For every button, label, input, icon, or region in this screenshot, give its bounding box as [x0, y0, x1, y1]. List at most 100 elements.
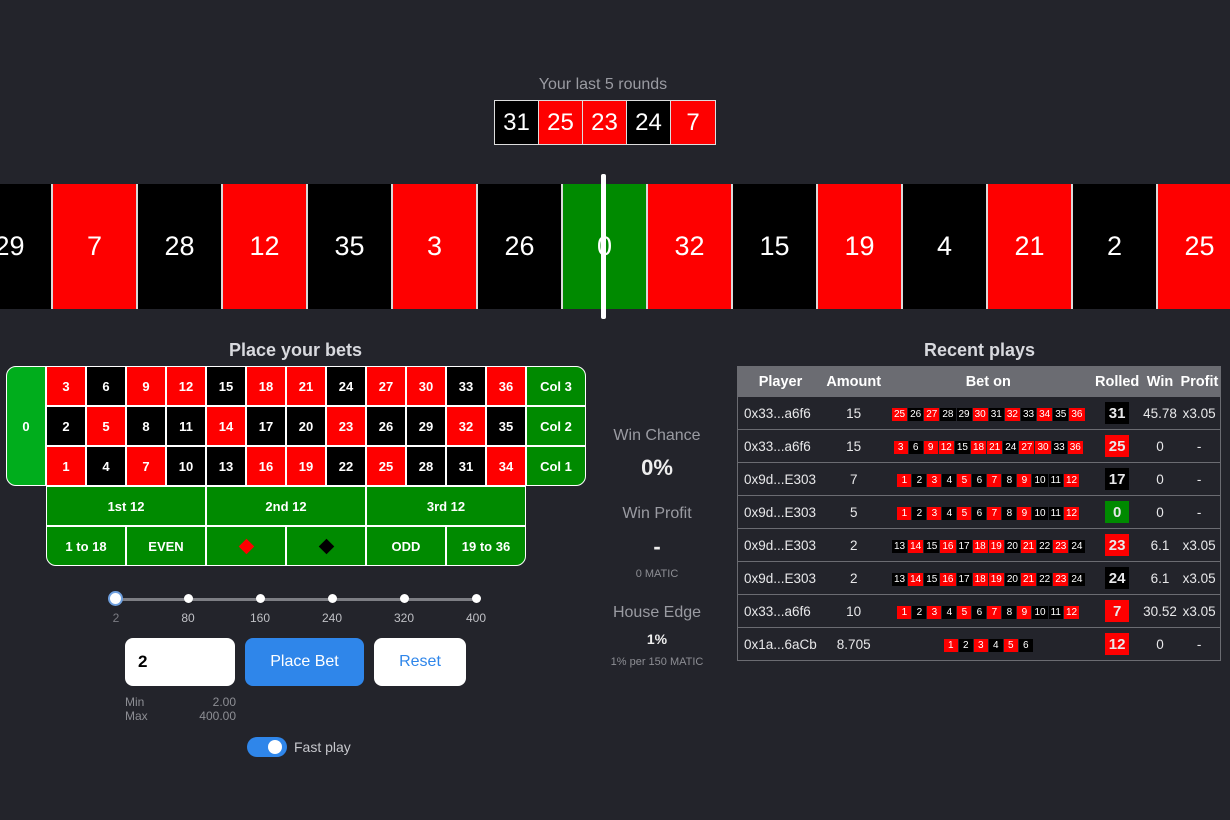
- bet-column[interactable]: Col 2: [526, 406, 586, 446]
- bet-chip: 24: [1069, 573, 1085, 586]
- bet-red[interactable]: [206, 526, 286, 566]
- rolled-cell: 0: [1092, 495, 1142, 529]
- bet-chip: 3: [893, 441, 908, 454]
- win-cell: 0: [1141, 429, 1179, 463]
- bet-number[interactable]: 22: [326, 446, 366, 486]
- bet-column[interactable]: Col 3: [526, 366, 586, 406]
- bet-chip: 33: [1021, 408, 1037, 421]
- amount-cell: 10: [823, 594, 884, 628]
- bet-high[interactable]: 19 to 36: [446, 526, 526, 566]
- bet-on-cell: 1 2 3 4 5 6 7 8 9 10 11 12: [883, 495, 1093, 529]
- bet-number[interactable]: 33: [446, 366, 486, 406]
- fast-play-toggle[interactable]: [247, 737, 287, 757]
- table-row: 0x33...a6f6 15 3 6 9 12 15 18 21 24 27 30 33 36 25 0-: [737, 429, 1222, 463]
- bet-number[interactable]: 19: [286, 446, 326, 486]
- bet-number[interactable]: 27: [366, 366, 406, 406]
- bet-dozen[interactable]: 1st 12: [46, 486, 206, 526]
- bet-number[interactable]: 24: [326, 366, 366, 406]
- bet-number[interactable]: 29: [406, 406, 446, 446]
- slider-tick: [328, 594, 337, 603]
- bet-number[interactable]: 18: [246, 366, 286, 406]
- bet-chip: 5: [957, 474, 972, 487]
- bet-number[interactable]: 26: [366, 406, 406, 446]
- bet-number[interactable]: 12: [166, 366, 206, 406]
- bet-number[interactable]: 5: [86, 406, 126, 446]
- slider-tick-label: 240: [321, 611, 343, 625]
- rolled-cell: 25: [1092, 429, 1142, 463]
- bet-number[interactable]: 20: [286, 406, 326, 446]
- bet-number[interactable]: 31: [446, 446, 486, 486]
- bet-number[interactable]: 7: [126, 446, 166, 486]
- player-cell: 0x9d...E303: [737, 462, 824, 496]
- bet-even[interactable]: EVEN: [126, 526, 206, 566]
- bet-column[interactable]: Col 1: [526, 446, 586, 486]
- bet-number[interactable]: 30: [406, 366, 446, 406]
- reset-button[interactable]: Reset: [374, 638, 466, 686]
- bet-number[interactable]: 4: [86, 446, 126, 486]
- bet-chip: 22: [1037, 540, 1053, 553]
- bet-number[interactable]: 8: [126, 406, 166, 446]
- bet-chip: 4: [942, 507, 957, 520]
- bet-chip: 8: [1002, 606, 1017, 619]
- red-diamond-icon: [238, 538, 254, 554]
- bet-chip: 30: [972, 408, 988, 421]
- bet-number[interactable]: 28: [406, 446, 446, 486]
- bet-number[interactable]: 21: [286, 366, 326, 406]
- bet-chip: 21: [1021, 573, 1037, 586]
- bet-chip: 9: [1017, 474, 1032, 487]
- bet-on-cell: 123456: [883, 627, 1093, 661]
- bet-number[interactable]: 2: [46, 406, 86, 446]
- bet-number[interactable]: 15: [206, 366, 246, 406]
- amount-cell: 2: [823, 561, 884, 595]
- bet-number[interactable]: 16: [246, 446, 286, 486]
- bet-dozen[interactable]: 3rd 12: [366, 486, 526, 526]
- bet-number[interactable]: 32: [446, 406, 486, 446]
- bet-low[interactable]: 1 to 18: [46, 526, 126, 566]
- bet-number[interactable]: 11: [166, 406, 206, 446]
- rolled-cell: 31: [1092, 396, 1142, 430]
- bet-chip: 6: [972, 507, 987, 520]
- win-chance-label: Win Chance: [613, 427, 701, 444]
- bet-number[interactable]: 14: [206, 406, 246, 446]
- bet-chip: 7: [987, 474, 1002, 487]
- bet-chip: 23: [1053, 573, 1069, 586]
- bet-number[interactable]: 9: [126, 366, 166, 406]
- bet-number[interactable]: 1: [46, 446, 86, 486]
- win-cell: 0: [1141, 627, 1179, 661]
- bet-slider[interactable]: [108, 591, 481, 606]
- rolled-cell: 23: [1092, 528, 1142, 562]
- bet-chip: 26: [908, 408, 924, 421]
- bet-chip: 24: [1003, 441, 1019, 454]
- bet-zero[interactable]: 0: [6, 366, 46, 486]
- bet-dozen[interactable]: 2nd 12: [206, 486, 366, 526]
- bet-black[interactable]: [286, 526, 366, 566]
- bet-number[interactable]: 10: [166, 446, 206, 486]
- bet-number[interactable]: 35: [486, 406, 526, 446]
- bet-number[interactable]: 3: [46, 366, 86, 406]
- bet-chip: 21: [1021, 540, 1037, 553]
- bet-number[interactable]: 23: [326, 406, 366, 446]
- bet-number[interactable]: 25: [366, 446, 406, 486]
- recent-plays-table: Player Amount Bet on Rolled Win Profit 0x33..…: [737, 366, 1222, 661]
- bet-chip: 9: [1017, 606, 1032, 619]
- bets-title: Place your bets: [229, 340, 363, 360]
- bet-chip: 11: [1048, 507, 1063, 520]
- bet-number[interactable]: 36: [486, 366, 526, 406]
- bet-number[interactable]: 34: [486, 446, 526, 486]
- bet-number[interactable]: 13: [206, 446, 246, 486]
- win-cell: 0: [1141, 462, 1179, 496]
- bet-chip: 18: [972, 573, 988, 586]
- slider-thumb[interactable]: [108, 591, 123, 606]
- bet-chips: 3 6 9 12 15 18 21 24 27 30 33 36: [893, 441, 1083, 454]
- bet-chip: 1: [897, 507, 912, 520]
- bet-number[interactable]: 6: [86, 366, 126, 406]
- bet-chip: 6: [1018, 639, 1033, 652]
- bet-chips: 13 14 15 16 17 18 19 20 21 22 23 24: [892, 540, 1085, 553]
- bet-odd[interactable]: ODD: [366, 526, 446, 566]
- bet-amount-input[interactable]: [125, 638, 235, 686]
- bet-chip: 35: [1053, 408, 1069, 421]
- place-bet-button[interactable]: Place Bet: [245, 638, 364, 686]
- bet-chip: 6: [908, 441, 923, 454]
- bet-number[interactable]: 17: [246, 406, 286, 446]
- rolled-cell: 24: [1092, 561, 1142, 595]
